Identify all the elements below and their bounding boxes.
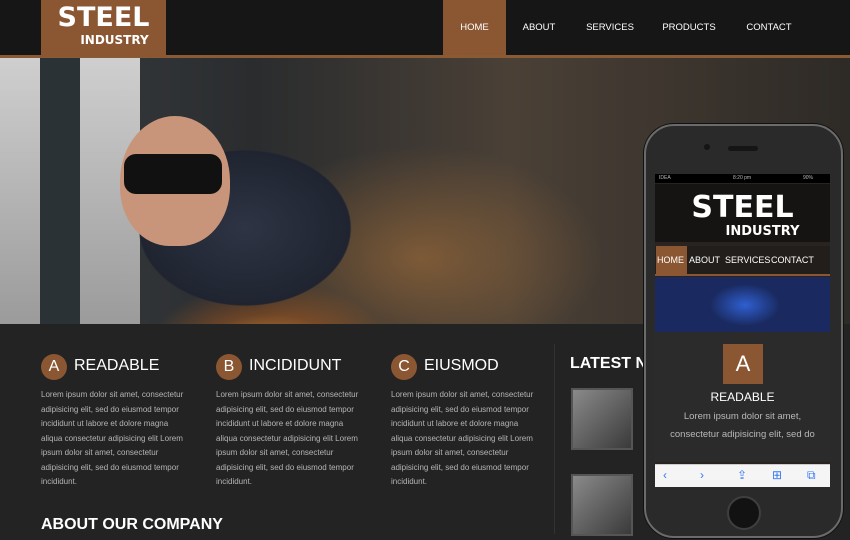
mobile-logo-line-2: INDUSTRY <box>725 224 800 239</box>
latest-news-title: LATEST NI <box>570 355 652 372</box>
status-time: 8:20 pm <box>733 175 752 181</box>
feature-title: EIUSMOD <box>424 357 499 374</box>
feature-text: Lorem ipsum dolor sit amet, consectetur … <box>391 390 534 486</box>
news-thumbnail[interactable] <box>571 474 633 536</box>
site-logo[interactable]: STEEL INDUSTRY <box>41 0 166 57</box>
phone-screen: IDEA 8:20 pm 90% STEEL INDUSTRY HOME ABO… <box>655 174 830 487</box>
mobile-nav-home[interactable]: HOME <box>656 246 687 274</box>
feature-title: INCIDIDUNT <box>249 357 342 374</box>
tabs-icon[interactable]: ⧉ <box>807 468 816 483</box>
mobile-nav-services[interactable]: SERVICES <box>725 246 770 274</box>
feature-text: Lorem ipsum dolor sit amet, consectetur … <box>216 390 359 486</box>
bookmarks-icon[interactable]: ⊞ <box>772 468 782 482</box>
forward-icon[interactable]: › <box>700 468 704 482</box>
status-battery: 90% <box>803 175 814 181</box>
hero-pipe <box>40 58 80 324</box>
hero-goggles <box>124 154 222 194</box>
mobile-feature-title: READABLE <box>710 390 775 404</box>
nav-contact[interactable]: CONTACT <box>738 0 800 55</box>
back-icon[interactable]: ‹ <box>663 468 667 482</box>
about-title: ABOUT OUR COMPANY <box>41 516 223 533</box>
phone-status-bar: IDEA 8:20 pm 90% <box>655 174 830 183</box>
phone-speaker <box>728 146 758 151</box>
feature-title: READABLE <box>74 357 160 374</box>
logo-line-1: STEEL <box>57 2 150 33</box>
mobile-feature-badge: A <box>723 344 763 384</box>
mobile-nav-about[interactable]: ABOUT <box>689 246 720 274</box>
nav-home[interactable]: HOME <box>443 0 506 55</box>
status-carrier: IDEA <box>659 175 671 181</box>
feature-badge: B <box>216 354 242 380</box>
phone-home-button[interactable] <box>727 496 761 530</box>
mobile-content: A READABLE Lorem ipsum dolor sit amet, c… <box>655 332 830 462</box>
mobile-hero-image <box>655 277 830 332</box>
feature-badge: A <box>41 354 67 380</box>
mobile-logo-line-1: STEEL <box>691 190 794 225</box>
phone-camera <box>704 144 710 150</box>
mobile-logo[interactable]: STEEL INDUSTRY <box>655 184 830 242</box>
logo-line-2: INDUSTRY <box>80 33 149 47</box>
nav-about[interactable]: ABOUT <box>511 0 567 55</box>
news-thumbnail[interactable] <box>571 388 633 450</box>
mobile-nav: HOME ABOUT SERVICES CONTACT <box>655 246 830 276</box>
nav-products[interactable]: PRODUCTS <box>657 0 721 55</box>
feature-badge: C <box>391 354 417 380</box>
feature-text: Lorem ipsum dolor sit amet, consectetur … <box>41 390 184 486</box>
mobile-feature-text: Lorem ipsum dolor sit amet, consectetur … <box>670 411 815 440</box>
share-icon[interactable]: ⇪ <box>737 468 747 482</box>
mobile-nav-contact[interactable]: CONTACT <box>771 246 814 274</box>
mobile-browser-toolbar: ‹ › ⇪ ⊞ ⧉ <box>655 464 830 487</box>
nav-services[interactable]: SERVICES <box>577 0 643 55</box>
top-bar: STEEL INDUSTRY HOME ABOUT SERVICES PRODU… <box>0 0 850 58</box>
phone-mockup: IDEA 8:20 pm 90% STEEL INDUSTRY HOME ABO… <box>644 124 843 538</box>
section-divider <box>554 344 555 534</box>
